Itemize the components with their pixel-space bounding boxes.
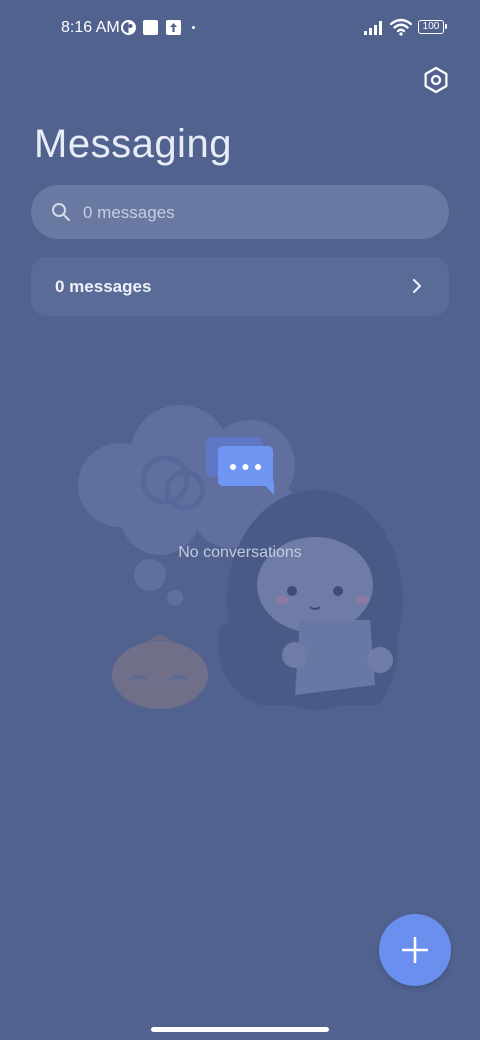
wifi-icon xyxy=(390,18,412,36)
new-conversation-button[interactable] xyxy=(379,914,451,986)
battery-icon: 100 xyxy=(418,20,447,34)
app-notification-icon xyxy=(121,20,136,35)
plus-icon xyxy=(402,937,428,963)
search-input[interactable] xyxy=(81,185,425,241)
upload-notification-icon xyxy=(166,20,181,35)
page-title: Messaging xyxy=(34,122,232,166)
status-time: 8:16 AM xyxy=(61,19,120,36)
signal-icon xyxy=(364,21,382,35)
messages-row[interactable]: 0 messages xyxy=(31,257,449,316)
chevron-right-icon xyxy=(412,278,422,294)
search-icon xyxy=(52,203,70,221)
home-indicator[interactable] xyxy=(151,1027,329,1032)
messages-count-label: 0 messages xyxy=(55,277,152,296)
settings-hexagon-icon[interactable] xyxy=(421,65,451,95)
search-bar[interactable] xyxy=(31,185,449,241)
status-bar: 8:16 AM 100 xyxy=(0,0,480,56)
notification-dot xyxy=(192,26,195,29)
square-notification-icon xyxy=(143,20,158,35)
empty-state-text: No conversations xyxy=(178,544,302,561)
